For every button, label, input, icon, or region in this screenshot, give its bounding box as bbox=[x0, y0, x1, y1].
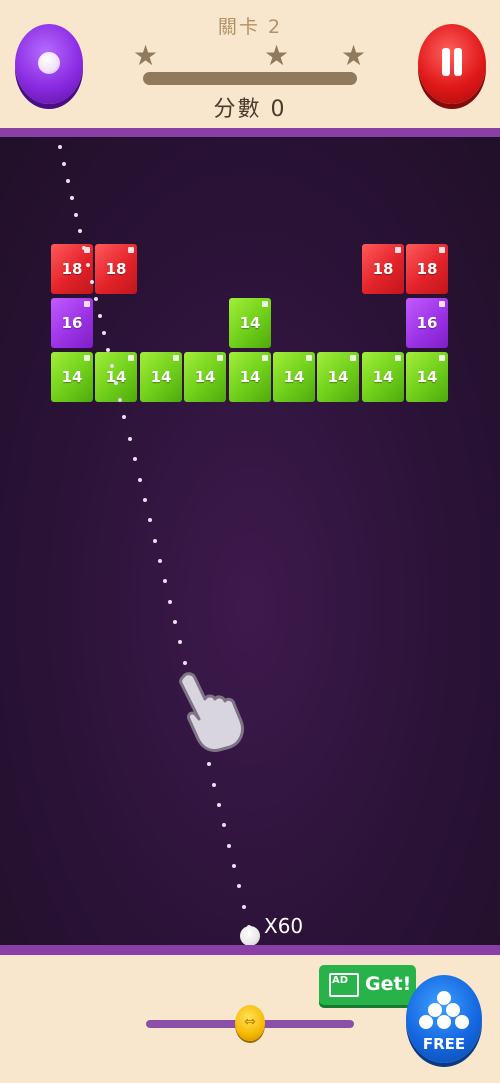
block-green: 14 bbox=[95, 352, 137, 402]
aim-dot bbox=[122, 415, 126, 419]
aim-dot bbox=[242, 905, 246, 909]
aim-dot bbox=[207, 762, 211, 766]
aim-dot bbox=[163, 579, 167, 583]
block-green: 14 bbox=[362, 352, 404, 402]
bottom-divider bbox=[0, 945, 500, 955]
pointing-hand-icon bbox=[179, 672, 245, 752]
ad-label: AD bbox=[332, 975, 349, 986]
aim-dot bbox=[143, 498, 147, 502]
aim-dot bbox=[98, 314, 102, 318]
block-green: 14 bbox=[229, 298, 271, 348]
aim-dot bbox=[66, 179, 70, 183]
aim-dot bbox=[78, 229, 82, 233]
play-field[interactable]: 18 18 18 18 16 14 16 14 14 14 14 14 14 14 14 14 X60 bbox=[0, 137, 500, 945]
pause-icon bbox=[442, 48, 450, 76]
block-green: 14 bbox=[229, 352, 271, 402]
aim-dot bbox=[138, 478, 142, 482]
aim-dot bbox=[94, 297, 98, 301]
aim-dot bbox=[173, 620, 177, 624]
block-green: 14 bbox=[406, 352, 448, 402]
aim-dot bbox=[178, 640, 182, 644]
balls-icon bbox=[455, 1015, 469, 1029]
aim-dot bbox=[70, 196, 74, 200]
aim-dot bbox=[227, 844, 231, 848]
aim-dot bbox=[212, 783, 216, 787]
aim-dot bbox=[148, 518, 152, 522]
balls-icon bbox=[437, 1015, 451, 1029]
aim-dot bbox=[118, 398, 122, 402]
aim-dot bbox=[114, 381, 118, 385]
free-balls-button[interactable]: FREE bbox=[406, 975, 482, 1063]
star-icon: ★ bbox=[264, 39, 290, 72]
star-icon: ★ bbox=[133, 39, 159, 72]
ball-icon bbox=[38, 52, 60, 74]
aim-dot bbox=[158, 559, 162, 563]
left-right-arrows-icon: ⇔ bbox=[244, 1014, 256, 1030]
watch-ad-get-button[interactable]: AD Get! bbox=[319, 965, 416, 1005]
level-label: 關卡 2 bbox=[217, 16, 283, 38]
free-label: FREE bbox=[422, 1035, 466, 1053]
shooter-ball[interactable] bbox=[240, 926, 260, 945]
star-icon: ★ bbox=[341, 39, 367, 72]
block-green: 14 bbox=[140, 352, 182, 402]
aim-dot bbox=[82, 246, 86, 250]
score-label: 分數 0 bbox=[213, 97, 287, 122]
top-divider bbox=[0, 128, 500, 137]
aim-dot bbox=[74, 213, 78, 217]
top-bar: 關卡 2 ★ ★ ★ 分數 0 bbox=[0, 0, 500, 128]
aim-dot bbox=[128, 437, 132, 441]
pause-icon bbox=[454, 48, 462, 76]
block-red: 18 bbox=[406, 244, 448, 294]
aim-dot bbox=[90, 280, 94, 284]
block-purple: 16 bbox=[51, 298, 93, 348]
aim-dot bbox=[106, 348, 110, 352]
pause-button[interactable] bbox=[418, 24, 486, 104]
aim-dot bbox=[133, 457, 137, 461]
aim-dot bbox=[217, 803, 221, 807]
block-red: 18 bbox=[95, 244, 137, 294]
aim-dot bbox=[183, 661, 187, 665]
block-red: 18 bbox=[51, 244, 93, 294]
aim-dot bbox=[62, 162, 66, 166]
aim-dot bbox=[58, 145, 62, 149]
bottom-bar: ⇔ AD Get! FREE bbox=[0, 955, 500, 1083]
block-green: 14 bbox=[51, 352, 93, 402]
aim-slider-knob[interactable]: ⇔ bbox=[235, 1005, 265, 1041]
balls-icon bbox=[419, 1015, 433, 1029]
block-green: 14 bbox=[317, 352, 359, 402]
block-red: 18 bbox=[362, 244, 404, 294]
aim-dot bbox=[232, 864, 236, 868]
level-progress-bar bbox=[143, 72, 357, 85]
aim-dot bbox=[237, 884, 241, 888]
aim-dot bbox=[86, 263, 90, 267]
get-label: Get! bbox=[365, 973, 412, 995]
aim-dot bbox=[110, 364, 114, 368]
block-purple: 16 bbox=[406, 298, 448, 348]
aim-dot bbox=[102, 331, 106, 335]
aim-dot bbox=[222, 823, 226, 827]
ball-count-label: X60 bbox=[264, 914, 304, 938]
aim-dot bbox=[153, 539, 157, 543]
block-green: 14 bbox=[273, 352, 315, 402]
block-green: 14 bbox=[184, 352, 226, 402]
aim-dot bbox=[168, 600, 172, 604]
